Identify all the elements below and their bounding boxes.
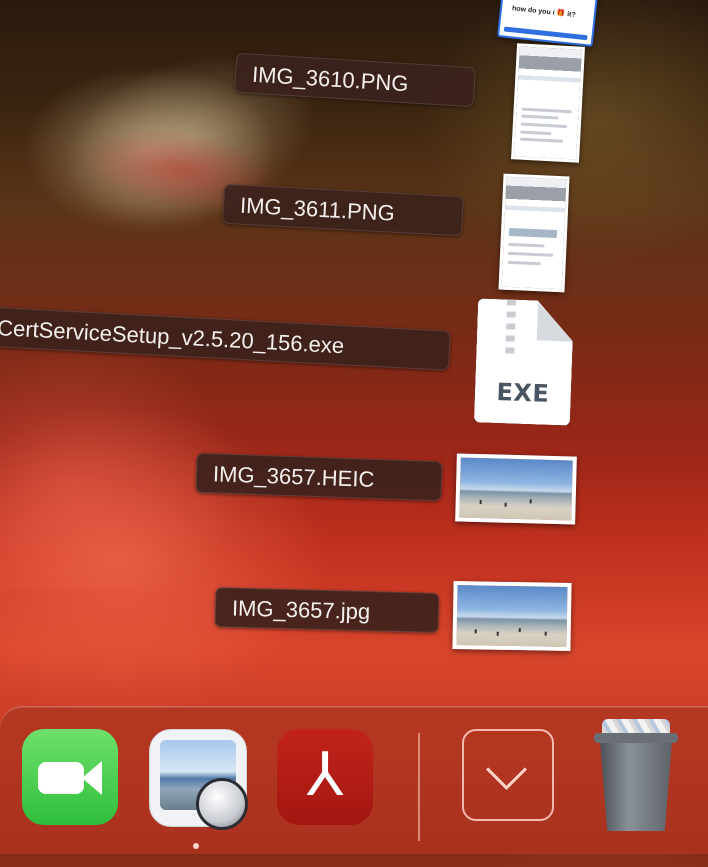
file-name-label: IMG_3610.PNG bbox=[234, 52, 476, 108]
loupe-icon bbox=[196, 778, 248, 830]
exe-file-icon: EXE bbox=[474, 298, 574, 425]
file-name-label: IMG_3657.jpg bbox=[214, 587, 440, 633]
acrobat-icon[interactable]: ⅄ bbox=[277, 729, 373, 825]
facetime-icon[interactable] bbox=[22, 729, 118, 825]
trash-full-icon[interactable] bbox=[594, 719, 678, 831]
file-name-label: IMG_3657.HEIC bbox=[195, 452, 443, 502]
screenshot-thumbnail bbox=[498, 173, 570, 293]
page-fold bbox=[536, 300, 574, 341]
downloads-stack-fan: how do you i 🎁 it? IMG_3610.PNG IMG_3611… bbox=[0, 0, 708, 700]
file-name-label: CertServiceSetup_v2.5.20_156.exe bbox=[0, 305, 451, 371]
exe-badge-text: EXE bbox=[496, 377, 550, 408]
running-indicator bbox=[193, 843, 199, 849]
camera-lens bbox=[82, 761, 102, 795]
zip-stripe bbox=[505, 299, 517, 355]
thumbnail-text: how do you i 🎁 it? bbox=[511, 5, 576, 19]
dock: ⅄ bbox=[0, 706, 708, 867]
photo-thumbnail bbox=[455, 453, 577, 525]
camera-body bbox=[38, 762, 84, 794]
preview-icon[interactable] bbox=[149, 729, 248, 830]
downloads-stack-button[interactable] bbox=[462, 729, 554, 821]
file-name-label: IMG_3611.PNG bbox=[222, 183, 464, 237]
chevron-down-icon bbox=[485, 748, 528, 791]
partial-thumbnail[interactable]: how do you i 🎁 it? bbox=[497, 0, 599, 47]
acrobat-glyph: ⅄ bbox=[306, 740, 344, 810]
trash-bin bbox=[600, 741, 672, 831]
thumbnail-bar bbox=[503, 26, 588, 41]
trash-rim bbox=[594, 733, 678, 743]
screenshot-thumbnail bbox=[511, 43, 585, 163]
dock-divider bbox=[418, 733, 420, 841]
photo-thumbnail bbox=[452, 580, 572, 652]
